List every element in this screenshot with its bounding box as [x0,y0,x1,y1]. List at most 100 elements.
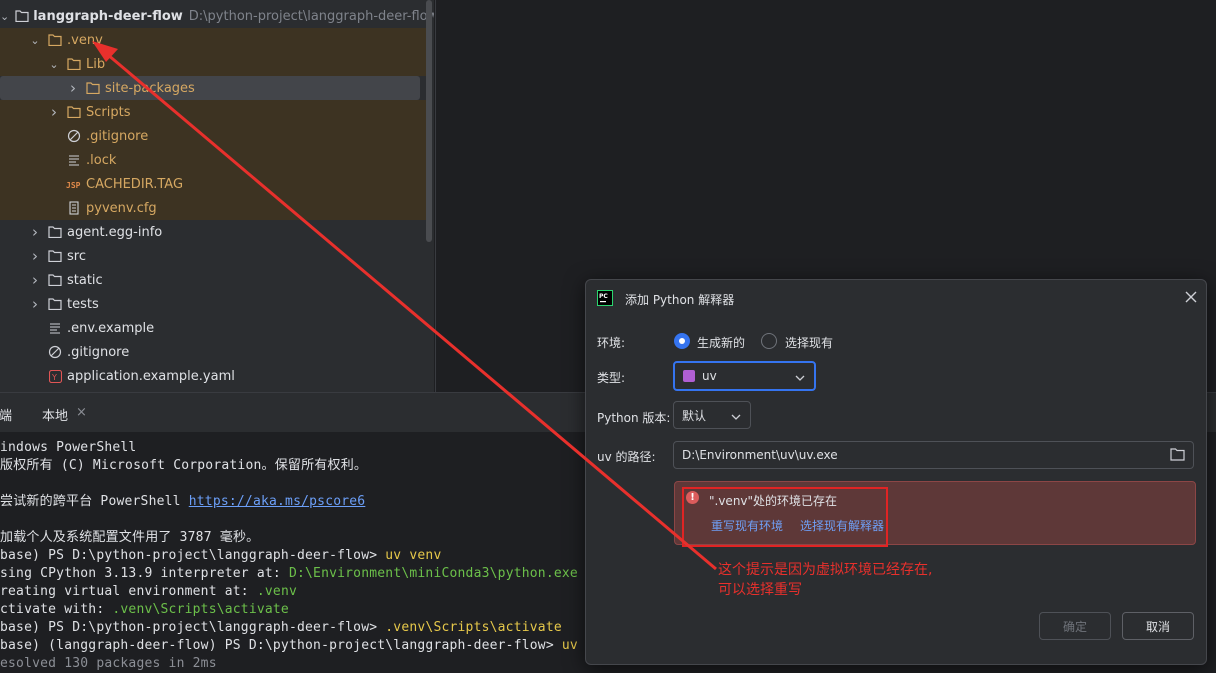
tree-item[interactable]: ⌄ Lib [0,52,426,76]
annotation-note: 这个提示是因为虚拟环境已经存在, 可以选择重写 [718,560,932,600]
chevron-right-icon[interactable]: › [48,103,60,121]
tree-item[interactable]: .env.example [0,316,426,340]
type-select[interactable]: uv [673,361,816,391]
ignore-file-icon [66,128,82,144]
project-tree: ⌄ langgraph-deer-flow D:\python-project\… [0,0,434,392]
tree-item-label: pyvenv.cfg [86,200,157,216]
tree-root[interactable]: ⌄ langgraph-deer-flow D:\python-project\… [0,4,434,28]
pycharm-logo-icon: PC [597,290,613,306]
tree-item-label: .lock [86,152,117,168]
svg-text:PC: PC [599,293,608,300]
uv-path-input[interactable]: D:\Environment\uv\uv.exe [673,441,1194,469]
text-file-icon [47,320,63,336]
project-folder-icon [15,8,29,24]
tree-item-label: application.example.yaml [67,368,235,384]
chevron-right-icon[interactable]: › [29,295,41,313]
config-file-icon [66,200,82,216]
tree-item[interactable]: › src [0,244,426,268]
annotation-line-1: 这个提示是因为虚拟环境已经存在, [718,562,933,578]
version-value: 默认 [682,408,707,423]
terminal-line: base) PS D:\python-project\langgraph-dee… [0,547,441,565]
radio-select-existing[interactable] [761,333,777,349]
tree-item[interactable]: .lock [0,148,426,172]
chevron-down-icon [795,371,805,385]
terminal-line: indows PowerShell [0,440,137,455]
tab-terminal[interactable]: 终端 [0,405,12,424]
tree-item-label: site-packages [105,80,195,96]
python-version-select[interactable]: 默认 [673,401,751,429]
tree-item-label: Lib [86,56,106,72]
terminal-text: reating virtual environment at: [0,584,257,599]
close-icon[interactable] [1185,291,1197,307]
tree-item[interactable]: › agent.egg-info [0,220,426,244]
svg-text:Y: Y [51,373,57,382]
tree-item[interactable]: › tests [0,292,426,316]
chevron-right-icon[interactable]: › [29,223,41,241]
tree-item[interactable]: › site-packages [0,76,420,100]
terminal-line: sing CPython 3.13.9 interpreter at: D:\E… [0,565,578,583]
tree-item[interactable]: .gitignore [0,340,426,364]
folder-icon [66,104,82,120]
close-tab-icon[interactable]: × [76,405,87,420]
tab-local[interactable]: 本地 [42,405,68,424]
folder-icon [47,32,63,48]
tree-item-label: .env.example [67,320,155,336]
venv-dir: .venv [256,584,297,599]
tree-item[interactable]: › Scripts [0,100,426,124]
add-python-interpreter-dialog: PC 添加 Python 解释器 环境: 生成新的 选择现有 类型: uv Py… [585,279,1207,665]
chevron-down-icon[interactable]: ⌄ [48,58,60,71]
annotation-line-2: 可以选择重写 [718,582,802,598]
chevron-down-icon[interactable]: ⌄ [29,34,41,47]
tree-item[interactable]: › static [0,268,426,292]
ignore-file-icon [47,344,63,360]
tree-item[interactable]: Yapplication.example.yaml [0,364,426,388]
command: uv [561,638,578,653]
chevron-right-icon[interactable]: › [29,271,41,289]
chevron-right-icon[interactable]: › [67,79,79,97]
terminal-text: 尝试新的跨平台 PowerShell [0,494,189,509]
terminal-line: ctivate with: .venv\Scripts\activate [0,601,289,619]
pscore-link[interactable]: https://aka.ms/pscore6 [189,494,366,509]
ok-button[interactable]: 确定 [1039,612,1111,640]
radio-generate-new[interactable] [674,333,690,349]
terminal-text: sing CPython 3.13.9 interpreter at: [0,566,289,581]
tree-item-label: tests [67,296,99,312]
browse-folder-icon[interactable] [1170,448,1185,464]
terminal-line: 加载个人及系统配置文件用了 3787 毫秒。 [0,530,260,545]
uv-path-label: uv 的路径: [597,450,656,464]
chevron-right-icon[interactable]: › [29,247,41,265]
python-path: D:\Environment\miniConda3\python.exe [288,566,578,581]
terminal-line: reating virtual environment at: .venv [0,583,297,601]
folder-icon [47,224,63,240]
tree-item-label: CACHEDIR.TAG [86,176,184,192]
python-version-label: Python 版本: [597,411,671,425]
tree-item-label: src [67,248,86,264]
uv-path-value: D:\Environment\uv\uv.exe [682,448,838,462]
jsp-file-icon: JSP [66,176,82,192]
command: uv venv [385,548,442,563]
prompt: base) PS D:\python-project\langgraph-dee… [0,620,386,635]
command: .venv\Scripts\activate [385,620,562,635]
text-file-icon [66,152,82,168]
tree-item[interactable]: ⌄ .venv [0,28,426,52]
radio-generate-new-label[interactable]: 生成新的 [697,334,745,351]
terminal-line: 尝试新的跨平台 PowerShell https://aka.ms/pscore… [0,493,365,511]
annotation-highlight-box [682,487,888,547]
radio-select-existing-label[interactable]: 选择现有 [785,334,833,351]
yaml-file-icon: Y [47,368,63,384]
cancel-button[interactable]: 取消 [1122,612,1194,640]
project-name: langgraph-deer-flow [33,8,183,24]
chevron-down-icon[interactable]: ⌄ [0,10,9,23]
folder-icon [47,296,63,312]
dialog-title: 添加 Python 解释器 [625,293,735,307]
project-path: D:\python-project\langgraph-deer-flow [188,8,434,24]
tree-item[interactable]: pyvenv.cfg [0,196,426,220]
svg-text:JSP: JSP [66,181,81,190]
tree-item[interactable]: .gitignore [0,124,426,148]
terminal-line: esolved 130 packages in 2ms [0,656,217,671]
tree-item[interactable]: JSP CACHEDIR.TAG [0,172,426,196]
uv-icon [683,370,695,382]
folder-icon [85,80,101,96]
tree-item-label: agent.egg-info [67,224,163,240]
tree-scrollbar[interactable] [426,0,432,242]
